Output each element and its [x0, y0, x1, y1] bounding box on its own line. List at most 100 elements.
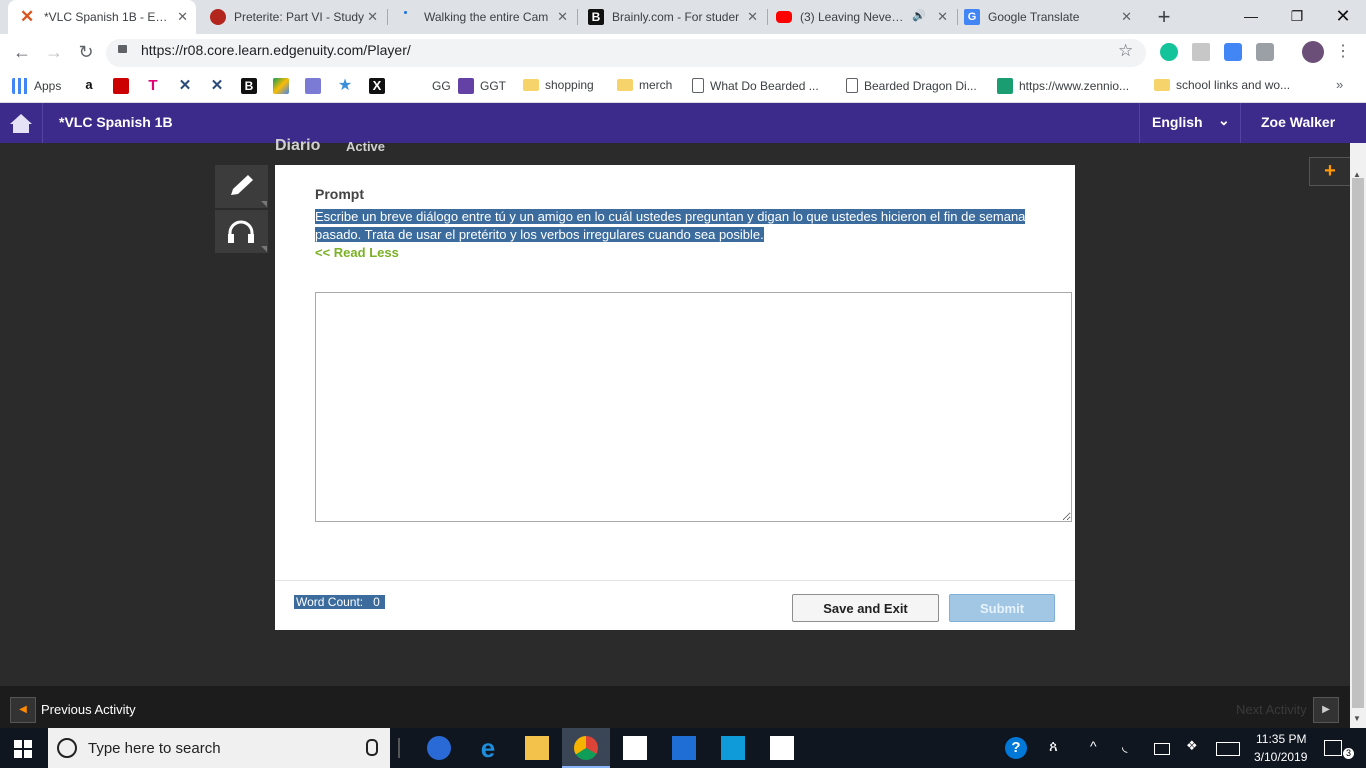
bookmarks-overflow-icon[interactable]: »	[1336, 77, 1343, 92]
search-placeholder: Type here to search	[88, 740, 221, 757]
plus-icon[interactable]: +	[1309, 157, 1350, 186]
app-icon[interactable]	[721, 736, 745, 760]
speaker-icon[interactable]: 🔊	[912, 9, 926, 22]
clock-time[interactable]: 11:35 PM	[1256, 732, 1306, 746]
file-explorer-icon[interactable]	[525, 736, 549, 760]
lock-icon[interactable]	[118, 45, 127, 53]
close-icon[interactable]: ✕	[367, 9, 378, 25]
user-name: Zoe Walker	[1261, 114, 1336, 130]
page-icon	[400, 9, 416, 25]
bookmark-zennio[interactable]: https://www.zennio...	[997, 78, 1129, 94]
tray-chevron-up-icon[interactable]: ^	[1090, 738, 1097, 754]
folder-icon	[617, 79, 633, 91]
tab-vlc-spanish[interactable]: ✕ *VLC Spanish 1B - Edge ✕	[8, 0, 196, 34]
mail-icon[interactable]	[623, 736, 647, 760]
close-icon[interactable]: ✕	[1121, 9, 1132, 25]
edgenuity-x-icon[interactable]: ✕	[177, 78, 193, 94]
avatar[interactable]	[1302, 41, 1324, 63]
clock-date[interactable]: 3/10/2019	[1254, 750, 1307, 764]
dropbox-icon[interactable]: ❖	[1186, 738, 1198, 754]
previous-arrow-icon[interactable]: ◀	[10, 697, 36, 723]
tab-youtube[interactable]: (3) Leaving Neverla 🔊 ✕	[768, 0, 956, 34]
pencil-icon	[231, 175, 267, 207]
home-button[interactable]	[0, 103, 43, 143]
extension-icon[interactable]	[1256, 43, 1274, 61]
divider	[275, 580, 1075, 581]
previous-activity-link[interactable]: Previous Activity	[41, 702, 136, 717]
bookmark-merch[interactable]: merch	[617, 78, 672, 92]
bookmark-school-links[interactable]: school links and wo...	[1154, 78, 1290, 92]
save-and-exit-button[interactable]: Save and Exit	[792, 594, 939, 622]
reload-icon[interactable]: ↻	[74, 40, 98, 64]
tmobile-icon[interactable]: T	[145, 78, 161, 94]
bookmark-bearded-2[interactable]: Bearded Dragon Di...	[846, 78, 977, 93]
activity-status: Active	[346, 139, 386, 154]
tab-brainly[interactable]: B Brainly.com - For studer ✕	[578, 0, 766, 34]
close-window-button[interactable]: ✕	[1320, 0, 1366, 34]
mail-icon[interactable]	[305, 78, 321, 94]
close-icon[interactable]: ✕	[937, 9, 948, 25]
minimize-button[interactable]: —	[1228, 0, 1274, 34]
drive-icon[interactable]	[273, 78, 289, 94]
restore-button[interactable]: ❐	[1274, 0, 1320, 34]
headphones-icon	[228, 220, 267, 252]
user-menu[interactable]: Zoe Walker	[1240, 103, 1351, 143]
tab-title: Google Translate	[988, 10, 1080, 24]
drive-extension-icon[interactable]	[1192, 43, 1210, 61]
close-icon[interactable]: ✕	[747, 9, 758, 25]
star-icon[interactable]: ☆	[1118, 41, 1133, 61]
edgenuity-x-icon[interactable]: ✕	[209, 78, 225, 94]
back-icon[interactable]: ←	[10, 40, 34, 64]
close-icon[interactable]: ✕	[177, 9, 188, 25]
star-bookmark-icon[interactable]: ★	[337, 78, 353, 94]
pencil-tool-button[interactable]	[215, 165, 268, 208]
keyboard-icon[interactable]	[1216, 742, 1240, 756]
amazon-icon[interactable]: a	[81, 78, 97, 94]
bookmark-label: Bearded Dragon Di...	[864, 78, 977, 93]
tab-google-translate[interactable]: G Google Translate ✕	[958, 0, 1140, 34]
battery-icon[interactable]	[1154, 743, 1170, 755]
chrome-taskbar-button[interactable]	[562, 728, 610, 768]
internet-explorer-icon[interactable]: e	[476, 735, 500, 761]
submit-button[interactable]: Submit	[949, 594, 1055, 622]
scroll-down-icon[interactable]: ▼	[1353, 714, 1361, 723]
close-icon[interactable]: ✕	[557, 9, 568, 25]
scrollbar-thumb[interactable]	[1352, 178, 1364, 708]
bookmark-shopping[interactable]: shopping	[523, 78, 594, 92]
url-text[interactable]: https://r08.core.learn.edgenuity.com/Pla…	[141, 42, 411, 58]
store-icon[interactable]	[672, 736, 696, 760]
people-icon[interactable]: ጰ	[1049, 738, 1058, 755]
tab-walking[interactable]: Walking the entire Cam ✕	[388, 0, 576, 34]
translate-extension-icon[interactable]	[1224, 43, 1242, 61]
wifi-icon[interactable]: ◟	[1122, 738, 1127, 755]
windows-start-icon[interactable]	[14, 740, 32, 758]
onedrive-icon[interactable]	[427, 736, 451, 760]
audio-tool-button[interactable]	[215, 210, 268, 253]
bookmark-gg[interactable]: GG	[400, 78, 451, 94]
tab-preterite[interactable]: Preterite: Part VI - Study ✕	[198, 0, 386, 34]
notification-center-icon[interactable]	[1324, 740, 1342, 756]
tab-title: Walking the entire Cam	[424, 10, 549, 24]
prompt-text-selected: Escribe un breve diálogo entre tú y un a…	[315, 209, 1026, 242]
answer-textarea[interactable]	[315, 292, 1072, 522]
x-bookmark-icon[interactable]: X	[369, 78, 385, 94]
read-less-link[interactable]: << Read Less	[315, 245, 399, 260]
next-arrow-icon[interactable]: ▶	[1313, 697, 1339, 723]
microphone-icon[interactable]	[366, 739, 378, 756]
next-activity-link[interactable]: Next Activity	[1236, 702, 1307, 717]
bookmark-apps[interactable]: Apps	[12, 78, 61, 94]
language-select[interactable]: English ⌄	[1139, 103, 1240, 143]
more-menu-icon[interactable]: ⋮	[1335, 41, 1351, 61]
zennio-icon	[997, 78, 1013, 94]
new-tab-button[interactable]: +	[1151, 4, 1177, 30]
notification-badge: 3	[1343, 748, 1354, 759]
forward-icon[interactable]: →	[42, 40, 66, 64]
word-count-value: 0	[373, 595, 380, 609]
grammarly-icon[interactable]	[1160, 43, 1178, 61]
bookmark-red-icon[interactable]	[113, 78, 129, 94]
help-icon[interactable]: ?	[1005, 737, 1027, 759]
photos-icon[interactable]	[770, 736, 794, 760]
brainly-icon[interactable]: B	[241, 78, 257, 94]
bookmark-ggt[interactable]: GGT	[458, 78, 506, 94]
bookmark-bearded-1[interactable]: What Do Bearded ...	[692, 78, 819, 93]
